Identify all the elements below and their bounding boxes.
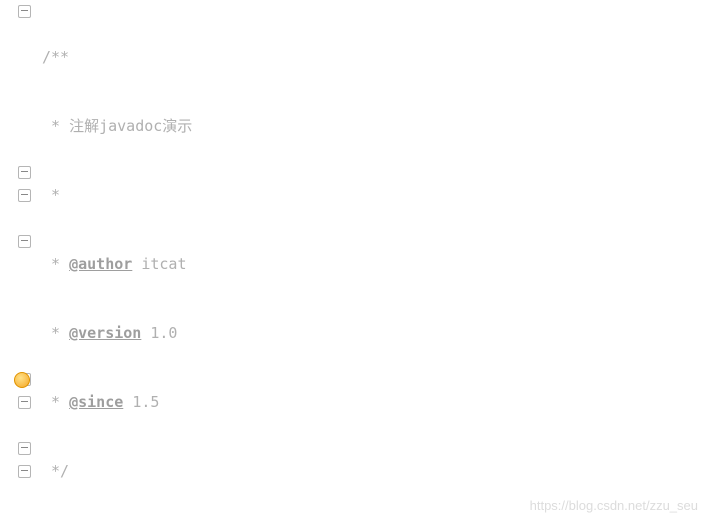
fold-icon[interactable]	[18, 235, 31, 248]
lightbulb-icon[interactable]	[14, 372, 30, 388]
code-line[interactable]: * @since 1.5	[36, 391, 706, 414]
fold-icon[interactable]	[18, 465, 31, 478]
code-line[interactable]: *	[36, 184, 706, 207]
code-line[interactable]: /**	[36, 46, 706, 69]
code-line[interactable]: * @version 1.0	[36, 322, 706, 345]
javadoc-author-tag: @author	[69, 255, 132, 273]
code-line[interactable]: * 注解javadoc演示	[36, 115, 706, 138]
javadoc-since-val: 1.5	[132, 393, 159, 411]
code-area[interactable]: /** * 注解javadoc演示 * * @author itcat * @v…	[36, 0, 706, 523]
fold-icon[interactable]	[18, 396, 31, 409]
code-line[interactable]: */	[36, 460, 706, 483]
gutter	[0, 0, 36, 523]
fold-icon[interactable]	[18, 5, 31, 18]
code-editor[interactable]: /** * 注解javadoc演示 * * @author itcat * @v…	[0, 0, 706, 523]
javadoc-close: */	[42, 462, 69, 480]
javadoc-since-tag: @since	[69, 393, 123, 411]
javadoc-version-val: 1.0	[150, 324, 177, 342]
fold-icon[interactable]	[18, 189, 31, 202]
code-line[interactable]: * @author itcat	[36, 253, 706, 276]
javadoc-author-val: itcat	[141, 255, 186, 273]
javadoc-version-tag: @version	[69, 324, 141, 342]
fold-icon[interactable]	[18, 442, 31, 455]
javadoc-text: * 注解javadoc演示	[42, 117, 192, 135]
javadoc-star: *	[42, 186, 60, 204]
fold-icon[interactable]	[18, 166, 31, 179]
javadoc-open: /**	[42, 48, 69, 66]
